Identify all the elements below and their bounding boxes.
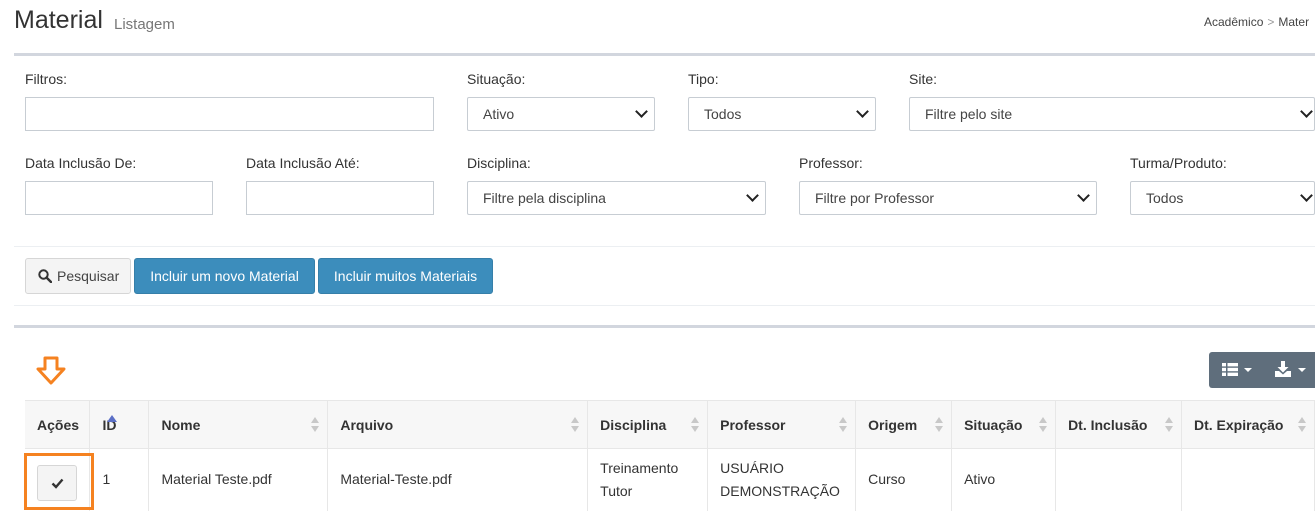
situacao-value: Ativo bbox=[483, 106, 515, 122]
chevron-down-icon bbox=[635, 105, 648, 118]
cell-origem: Curso bbox=[855, 448, 953, 511]
breadcrumb: Acadêmico > Mater bbox=[1204, 15, 1309, 29]
table-row: 1 Material Teste.pdf Material-Teste.pdf … bbox=[25, 448, 1315, 511]
column-header-dt-inclusao[interactable]: Dt. Inclusão bbox=[1055, 400, 1182, 449]
incluir-muitos-materiais-button[interactable]: Incluir muitos Materiais bbox=[318, 258, 493, 294]
caret-down-icon bbox=[1298, 368, 1306, 372]
grid-icon bbox=[1222, 363, 1238, 376]
chevron-down-icon bbox=[1077, 189, 1090, 202]
page-subtitle: Listagem bbox=[114, 16, 175, 33]
cell-disciplina: Treinamento Tutor bbox=[587, 448, 709, 511]
page-title: Material bbox=[14, 6, 103, 34]
tipo-select[interactable]: Todos bbox=[688, 97, 876, 131]
materials-table: Ações ID Nome Arquivo Disciplina Profess… bbox=[25, 400, 1315, 511]
tipo-label: Tipo: bbox=[688, 71, 719, 87]
search-icon bbox=[38, 269, 52, 283]
professor-label: Professor: bbox=[799, 155, 863, 171]
sort-icon bbox=[1039, 417, 1048, 433]
download-icon bbox=[1275, 361, 1291, 377]
sort-icon bbox=[571, 417, 580, 433]
breadcrumb-item-academico[interactable]: Acadêmico bbox=[1204, 15, 1263, 29]
chevron-down-icon bbox=[1300, 105, 1313, 118]
column-header-acoes: Ações bbox=[25, 400, 91, 449]
cell-dt-inclusao bbox=[1055, 448, 1182, 511]
data-inclusao-ate-input[interactable] bbox=[246, 181, 434, 215]
columns-toggle-button[interactable] bbox=[1209, 352, 1262, 388]
cell-situacao: Ativo bbox=[951, 448, 1057, 511]
table-toolbar bbox=[1209, 352, 1315, 388]
column-header-situacao[interactable]: Situação bbox=[951, 400, 1057, 449]
column-header-disciplina[interactable]: Disciplina bbox=[587, 400, 709, 449]
pesquisar-button[interactable]: Pesquisar bbox=[25, 258, 131, 294]
caret-down-icon bbox=[1244, 368, 1252, 372]
chevron-down-icon bbox=[1300, 189, 1313, 202]
column-header-arquivo[interactable]: Arquivo bbox=[327, 400, 589, 449]
table-header-row: Ações ID Nome Arquivo Disciplina Profess… bbox=[25, 400, 1315, 449]
chevron-down-icon bbox=[856, 105, 869, 118]
tipo-value: Todos bbox=[704, 106, 742, 122]
filtros-input[interactable] bbox=[25, 97, 434, 131]
breadcrumb-item-material: Mater bbox=[1278, 15, 1310, 29]
column-header-professor[interactable]: Professor bbox=[707, 400, 857, 449]
filters-divider bbox=[14, 246, 1315, 247]
turma-produto-label: Turma/Produto: bbox=[1130, 155, 1227, 171]
sort-icon bbox=[311, 417, 320, 433]
professor-placeholder: Filtre por Professor bbox=[815, 190, 935, 206]
pesquisar-label: Pesquisar bbox=[57, 268, 120, 284]
header-divider bbox=[14, 53, 1315, 56]
sort-icon bbox=[691, 417, 700, 433]
list-box-divider bbox=[14, 325, 1315, 328]
breadcrumb-separator: > bbox=[1267, 15, 1275, 29]
cell-professor: USUÁRIO DEMONSTRAÇÃO bbox=[707, 448, 857, 511]
site-label: Site: bbox=[909, 71, 938, 87]
cell-id: 1 bbox=[89, 448, 150, 511]
professor-select[interactable]: Filtre por Professor bbox=[799, 181, 1097, 215]
data-inclusao-de-label: Data Inclusão De: bbox=[25, 155, 137, 171]
situacao-label: Situação: bbox=[467, 71, 526, 87]
cell-arquivo: Material-Teste.pdf bbox=[327, 448, 589, 511]
situacao-select[interactable]: Ativo bbox=[467, 97, 655, 131]
chevron-down-icon bbox=[746, 189, 759, 202]
incluir-novo-material-button[interactable]: Incluir um novo Material bbox=[134, 258, 315, 294]
arrow-down-icon bbox=[36, 356, 66, 385]
export-button[interactable] bbox=[1262, 352, 1315, 388]
data-inclusao-ate-label: Data Inclusão Até: bbox=[246, 155, 360, 171]
site-select[interactable]: Filtre pelo site bbox=[909, 97, 1315, 131]
column-header-id[interactable]: ID bbox=[89, 400, 150, 449]
data-inclusao-de-input[interactable] bbox=[25, 181, 213, 215]
sort-icon bbox=[1298, 417, 1306, 433]
sort-asc-icon bbox=[107, 415, 117, 422]
column-header-dt-expiracao[interactable]: Dt. Expiração bbox=[1181, 400, 1315, 449]
column-header-origem[interactable]: Origem bbox=[855, 400, 953, 449]
cell-nome: Material Teste.pdf bbox=[148, 448, 329, 511]
sort-icon bbox=[1165, 417, 1173, 433]
turma-produto-value: Todos bbox=[1146, 190, 1184, 206]
highlight-box bbox=[24, 453, 94, 510]
disciplina-placeholder: Filtre pela disciplina bbox=[483, 190, 606, 206]
sort-icon bbox=[935, 417, 944, 433]
buttons-divider bbox=[14, 305, 1315, 306]
cell-dt-expiracao bbox=[1181, 448, 1315, 511]
disciplina-select[interactable]: Filtre pela disciplina bbox=[467, 181, 766, 215]
site-placeholder: Filtre pelo site bbox=[925, 106, 1013, 122]
column-header-nome[interactable]: Nome bbox=[148, 400, 329, 449]
filtros-label: Filtros: bbox=[25, 71, 67, 87]
turma-produto-select[interactable]: Todos bbox=[1130, 181, 1315, 215]
sort-icon bbox=[839, 417, 848, 433]
disciplina-label: Disciplina: bbox=[467, 155, 531, 171]
